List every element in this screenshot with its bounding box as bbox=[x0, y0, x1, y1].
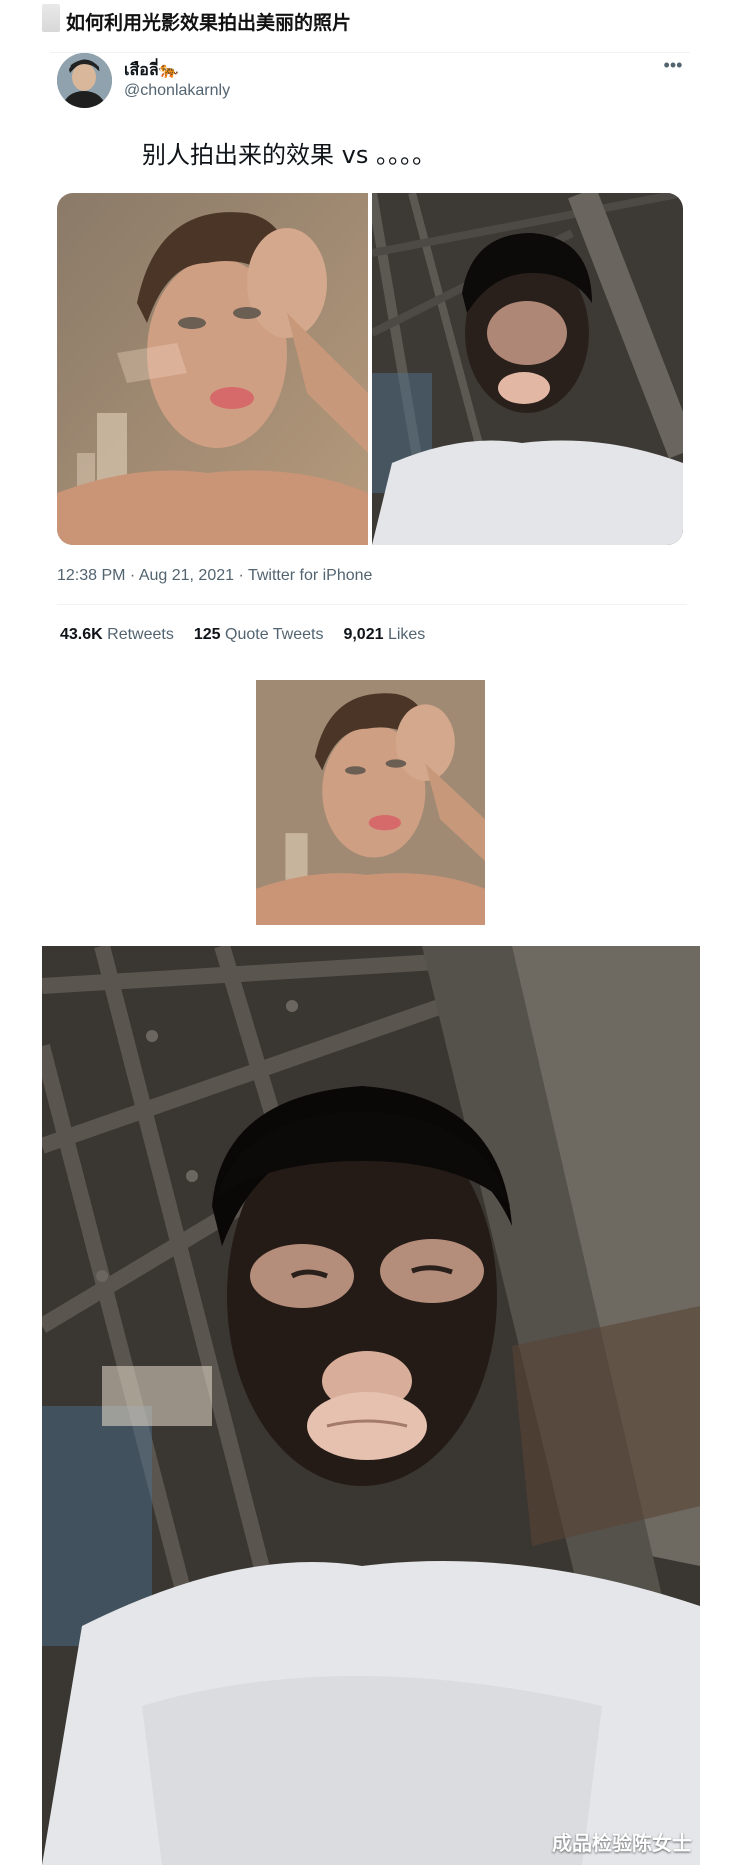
media-photo-selfie[interactable] bbox=[372, 193, 683, 545]
likes-count: 9,021 bbox=[343, 626, 384, 643]
header-divider bbox=[50, 52, 690, 53]
more-horizontal-icon[interactable]: ••• bbox=[660, 55, 686, 75]
page-title: 如何利用光影效果拍出美丽的照片 bbox=[66, 12, 352, 34]
quote-tweets-count: 125 bbox=[193, 626, 221, 643]
media-photo-model[interactable] bbox=[57, 193, 368, 545]
retweets-label: Retweets bbox=[107, 626, 174, 643]
title-thumbnail-icon bbox=[42, 4, 60, 32]
article-header: 如何利用光影效果拍出美丽的照片 bbox=[0, 0, 739, 40]
likes-stat[interactable]: 9,021 Likes bbox=[343, 626, 425, 643]
meta-divider bbox=[57, 604, 687, 605]
tweet-timestamp[interactable]: 12:38 PM · Aug 21, 2021 · Twitter for iP… bbox=[57, 567, 372, 585]
tweet-text: 别人拍出来的效果 vs 。。。。 bbox=[142, 141, 436, 169]
quote-tweets-stat[interactable]: 125 Quote Tweets bbox=[194, 626, 324, 643]
tweet-media-grid[interactable] bbox=[57, 193, 683, 545]
watermark: 成品检验陈女士 bbox=[552, 1831, 692, 1855]
author-display-name[interactable]: เสือลี่🐅 bbox=[124, 58, 179, 83]
retweets-count: 43.6K bbox=[60, 626, 103, 643]
retweets-stat[interactable]: 43.6K Retweets bbox=[60, 626, 174, 643]
tweet-stats: 43.6K Retweets 125 Quote Tweets 9,021 Like… bbox=[60, 626, 425, 644]
quote-tweets-label: Quote Tweets bbox=[225, 626, 324, 643]
article-photo-model bbox=[256, 680, 485, 925]
author-handle[interactable]: @chonlakarnly bbox=[124, 82, 230, 100]
article-photo-selfie bbox=[42, 946, 700, 1865]
avatar[interactable] bbox=[57, 53, 112, 108]
likes-label: Likes bbox=[387, 626, 426, 643]
